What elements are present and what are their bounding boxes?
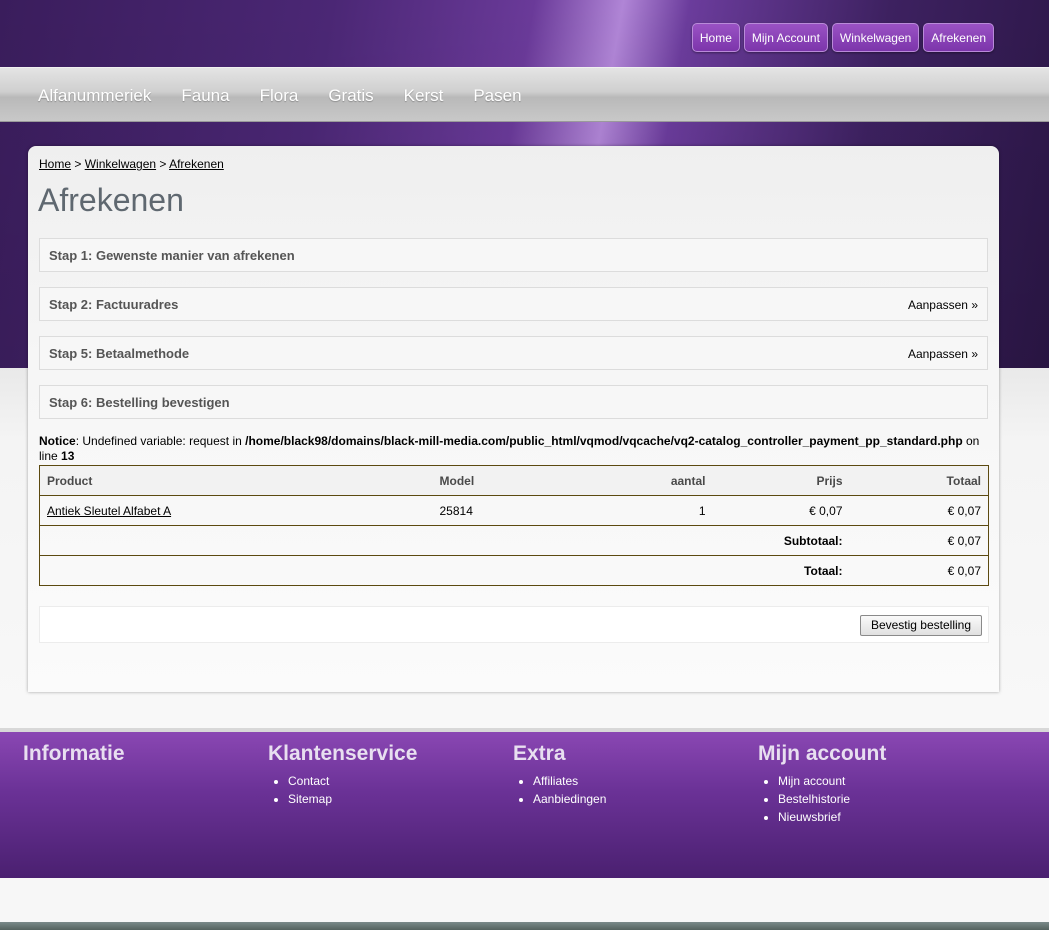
subtotal-label: Subtotaal: (39, 525, 850, 556)
step-title: Stap 5: Betaalmethode (49, 346, 190, 361)
footer-column-account: Mijn account Mijn account Bestelhistorie… (758, 742, 886, 826)
page-bottom (0, 878, 1049, 922)
footer: Informatie Klantenservice Contact Sitema… (0, 728, 1049, 878)
category-item-pasen[interactable]: Pasen (473, 68, 521, 124)
content-panel: Home > Winkelwagen > Afrekenen Afrekenen… (28, 146, 999, 692)
breadcrumb-home[interactable]: Home (39, 157, 71, 171)
footer-heading-service: Klantenservice (268, 742, 418, 765)
top-link-cart[interactable]: Winkelwagen (831, 23, 920, 52)
step-title: Stap 2: Factuuradres (49, 297, 179, 312)
header-total: Totaal (849, 465, 989, 496)
footer-heading-info: Informatie (23, 742, 125, 765)
footer-column-info: Informatie (23, 742, 125, 772)
table-row: Antiek Sleutel Alfabet A 25814 1 € 0,07 … (39, 495, 989, 526)
order-table: Product Model aantal Prijs Totaal Antiek… (39, 465, 989, 586)
footer-column-service: Klantenservice Contact Sitemap (268, 742, 417, 808)
quantity-cell: 1 (582, 495, 713, 526)
breadcrumb-checkout[interactable]: Afrekenen (169, 157, 224, 171)
category-item-gratis[interactable]: Gratis (328, 68, 373, 124)
header-quantity: aantal (582, 465, 713, 496)
category-item-kerst[interactable]: Kerst (404, 68, 444, 124)
breadcrumb-cart[interactable]: Winkelwagen (85, 157, 156, 171)
subtotal-row: Subtotaal: € 0,07 (39, 525, 989, 556)
header-model: Model (432, 465, 583, 496)
table-header-row: Product Model aantal Prijs Totaal (39, 465, 989, 496)
step-title: Stap 6: Bestelling bevestigen (49, 395, 230, 410)
step-2-heading: Stap 2: Factuuradres Aanpassen » (39, 287, 988, 321)
step-6-heading: Stap 6: Bestelling bevestigen (39, 385, 988, 419)
footer-link-affiliates[interactable]: Affiliates (533, 772, 606, 790)
model-cell: 25814 (432, 495, 583, 526)
total-cell: € 0,07 (849, 495, 989, 526)
step-2-edit-link[interactable]: Aanpassen » (908, 298, 978, 312)
footer-link-order-history[interactable]: Bestelhistorie (778, 790, 886, 808)
footer-link-contact[interactable]: Contact (288, 772, 417, 790)
notice-message: : Undefined variable: request in (75, 434, 246, 448)
footer-heading-extra: Extra (513, 742, 566, 765)
os-taskbar (0, 922, 1049, 930)
notice-line-number: 13 (61, 449, 75, 463)
product-cell: Antiek Sleutel Alfabet A (39, 495, 433, 526)
confirm-area: Bevestig bestelling (39, 606, 989, 643)
notice-path: /home/black98/domains/black-mill-media.c… (245, 434, 963, 448)
top-links: Home Mijn Account Winkelwagen Afrekenen (691, 23, 994, 52)
footer-link-sitemap[interactable]: Sitemap (288, 790, 417, 808)
header-price: Prijs (712, 465, 850, 496)
category-item-fauna[interactable]: Fauna (181, 68, 229, 124)
subtotal-value: € 0,07 (849, 525, 989, 556)
confirm-order-button[interactable]: Bevestig bestelling (859, 615, 982, 636)
top-link-home[interactable]: Home (691, 23, 740, 52)
notice-label: Notice (39, 434, 76, 448)
category-item-alfanummeriek[interactable]: Alfanummeriek (38, 68, 151, 124)
product-link[interactable]: Antiek Sleutel Alfabet A (47, 504, 171, 518)
step-5-edit-link[interactable]: Aanpassen » (908, 347, 978, 361)
total-label: Totaal: (39, 555, 850, 586)
php-notice: Notice: Undefined variable: request in /… (39, 434, 984, 464)
breadcrumb-separator: > (71, 157, 85, 171)
header-product: Product (39, 465, 433, 496)
step-1-heading[interactable]: Stap 1: Gewenste manier van afrekenen (39, 238, 988, 272)
price-cell: € 0,07 (712, 495, 850, 526)
category-menu: Alfanummeriek Fauna Flora Gratis Kerst P… (0, 67, 1049, 122)
breadcrumb: Home > Winkelwagen > Afrekenen (39, 157, 224, 171)
top-link-account[interactable]: Mijn Account (743, 23, 828, 52)
page-title: Afrekenen (38, 182, 184, 218)
total-row: Totaal: € 0,07 (39, 555, 989, 586)
footer-link-newsletter[interactable]: Nieuwsbrief (778, 808, 886, 826)
category-item-flora[interactable]: Flora (260, 68, 299, 124)
footer-link-specials[interactable]: Aanbiedingen (533, 790, 606, 808)
top-link-checkout[interactable]: Afrekenen (923, 23, 994, 52)
footer-heading-account: Mijn account (758, 742, 887, 765)
footer-column-extra: Extra Affiliates Aanbiedingen (513, 742, 606, 808)
total-value: € 0,07 (849, 555, 989, 586)
step-title: Stap 1: Gewenste manier van afrekenen (49, 248, 295, 263)
breadcrumb-separator: > (156, 157, 170, 171)
step-5-heading: Stap 5: Betaalmethode Aanpassen » (39, 336, 988, 370)
footer-link-my-account[interactable]: Mijn account (778, 772, 886, 790)
